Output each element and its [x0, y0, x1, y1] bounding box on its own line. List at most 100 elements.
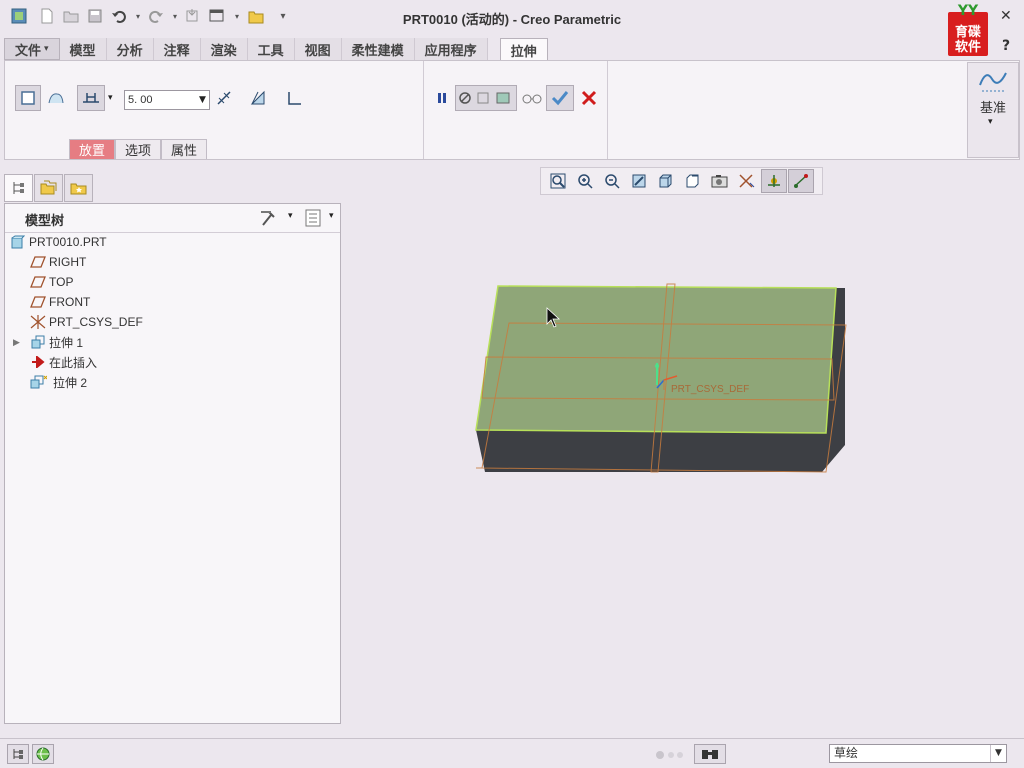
- show-dropdown-icon[interactable]: ▾: [329, 211, 334, 221]
- spin-center-icon[interactable]: [761, 169, 787, 193]
- selection-filter-dropdown-icon[interactable]: ▼: [990, 745, 1006, 762]
- tab-render[interactable]: 渲染: [200, 38, 248, 60]
- tree-item-label: PRT_CSYS_DEF: [49, 315, 143, 329]
- datum-icon: [978, 67, 1010, 96]
- tree-item-extrude-2[interactable]: 拉伸 2: [29, 372, 87, 392]
- zoom-in-icon[interactable]: [572, 169, 598, 193]
- remove-material-button[interactable]: [245, 85, 271, 111]
- tab-file[interactable]: 文件 ▾: [4, 38, 60, 60]
- settings-dropdown-icon[interactable]: ▾: [288, 211, 293, 221]
- depth-options-chevron-icon[interactable]: ▾: [108, 93, 113, 103]
- datum-plane-icon: [29, 293, 47, 311]
- tree-item-extrude-1[interactable]: ▶ 拉伸 1: [13, 332, 83, 352]
- ribbon-separator-2: [607, 61, 608, 159]
- refit-icon[interactable]: [545, 169, 571, 193]
- brand-logo: YY 育碟软件: [948, 4, 988, 56]
- tab-extrude[interactable]: 拉伸: [499, 38, 548, 61]
- tab-tools[interactable]: 工具: [247, 38, 295, 60]
- chevron-down-icon: ▾: [988, 117, 993, 127]
- tree-item-top[interactable]: TOP: [29, 272, 73, 292]
- extrude-dashboard: ▾ 5. 00 ▼ 放置 选项 属性: [4, 60, 1020, 160]
- zoom-out-icon[interactable]: [599, 169, 625, 193]
- window-title: PRT0010 (活动的) - Creo Parametric: [402, 12, 622, 27]
- extrude-new-icon: [29, 373, 47, 391]
- preview-options-button[interactable]: [455, 85, 517, 111]
- tab-view[interactable]: 视图: [294, 38, 342, 60]
- tree-item-label: RIGHT: [49, 255, 87, 269]
- tab-annotate[interactable]: 注释: [153, 38, 201, 60]
- subtab-options[interactable]: 选项: [115, 139, 162, 159]
- extrude-surface-button[interactable]: [43, 85, 69, 111]
- repaint-icon[interactable]: [626, 169, 652, 193]
- tree-item-right[interactable]: RIGHT: [29, 252, 86, 272]
- part-icon: [9, 233, 27, 251]
- tree-item-part[interactable]: PRT0010.PRT: [9, 232, 107, 252]
- help-icon[interactable]: ?: [1002, 38, 1010, 54]
- tab-file-label: 文件: [15, 43, 42, 59]
- model-tree-title: 模型树: [25, 214, 65, 229]
- depth-dropdown-icon[interactable]: ▼: [195, 90, 210, 110]
- subtab-placement[interactable]: 放置: [69, 139, 116, 159]
- tree-item-label: PRT0010.PRT: [29, 235, 107, 249]
- depth-blind-button[interactable]: [77, 85, 105, 111]
- tab-applications[interactable]: 应用程序: [414, 38, 488, 60]
- apply-button[interactable]: [546, 85, 574, 111]
- favorites-icon: [70, 183, 86, 195]
- cancel-button[interactable]: [576, 85, 602, 111]
- selection-filter-value: 草绘: [834, 746, 859, 760]
- settings-tools-icon[interactable]: [259, 209, 279, 230]
- toggle-navigator-icon[interactable]: [7, 744, 29, 764]
- thicken-sketch-button[interactable]: [282, 85, 308, 111]
- title-bar: ▾ ▾ ▾ ▾ PRT0010 (活动的) - Creo Parametric …: [0, 0, 1024, 56]
- toggle-browser-icon[interactable]: [32, 744, 54, 764]
- datum-plane-icon: [29, 273, 47, 291]
- extrude-icon: [29, 333, 47, 351]
- display-style-icon[interactable]: [653, 169, 679, 193]
- tree-item-front[interactable]: FRONT: [29, 292, 90, 312]
- datum-label: 基准: [979, 101, 1006, 116]
- datum-display-filters-icon[interactable]: [734, 169, 760, 193]
- ribbon-tabs: 文件 ▾ 模型 分析 注释 渲染 工具 视图 柔性建模 应用程序 拉伸: [0, 38, 548, 61]
- tree-item-label: TOP: [49, 275, 74, 289]
- tab-model[interactable]: 模型: [59, 38, 107, 60]
- folders-icon: [40, 180, 56, 195]
- flip-direction-button[interactable]: [211, 85, 237, 111]
- pause-button[interactable]: [429, 85, 455, 111]
- csys-label: PRT_CSYS_DEF: [671, 384, 749, 395]
- show-menu-icon[interactable]: [305, 209, 321, 230]
- folder-browser-tab[interactable]: [34, 174, 63, 202]
- close-icon[interactable]: ✕: [1000, 8, 1012, 24]
- model-tree-tab[interactable]: [4, 174, 33, 202]
- find-icon[interactable]: [694, 744, 726, 764]
- subtab-properties[interactable]: 属性: [161, 139, 208, 159]
- tree-item-label: 拉伸 1: [49, 335, 84, 350]
- saved-orientations-icon[interactable]: [680, 169, 706, 193]
- selection-filter-select[interactable]: 草绘 ▼: [829, 744, 1007, 763]
- tree-icon: [13, 182, 24, 194]
- datum-plane-icon: [29, 253, 47, 271]
- expand-arrow-icon[interactable]: ▶: [13, 337, 29, 348]
- graphics-toolbar: [540, 167, 823, 195]
- model-tree-panel: 模型树 ▾ ▾ PRT0010.PRT RIGHT TOP FRONT PRT_…: [4, 203, 341, 724]
- annotation-display-icon[interactable]: [788, 169, 814, 193]
- tree-item-csys[interactable]: PRT_CSYS_DEF: [29, 312, 143, 332]
- insert-arrow-icon: [29, 353, 47, 371]
- graphics-window[interactable]: PRT_CSYS_DEF: [342, 200, 1022, 735]
- favorites-tab[interactable]: [64, 174, 93, 202]
- tree-item-label: 拉伸 2: [53, 375, 88, 390]
- extrude-solid-button[interactable]: [15, 85, 41, 111]
- tree-item-label: FRONT: [49, 295, 91, 309]
- logo-letters: YY: [957, 3, 979, 19]
- logo-text: 育碟软件: [954, 25, 981, 55]
- tree-item-label: 在此插入: [49, 355, 98, 370]
- view-manager-icon[interactable]: [707, 169, 733, 193]
- status-bar: 草绘 ▼: [0, 738, 1024, 768]
- tab-analysis[interactable]: 分析: [106, 38, 154, 60]
- tree-item-insert-here[interactable]: 在此插入: [29, 352, 97, 372]
- verify-preview-icon[interactable]: [519, 85, 545, 111]
- navigator-tabs: [4, 174, 94, 204]
- regen-status-icon: [655, 749, 685, 763]
- datum-group-button[interactable]: 基准 ▾: [967, 62, 1019, 158]
- ribbon-separator: [423, 61, 424, 159]
- tab-flexible-modeling[interactable]: 柔性建模: [341, 38, 415, 60]
